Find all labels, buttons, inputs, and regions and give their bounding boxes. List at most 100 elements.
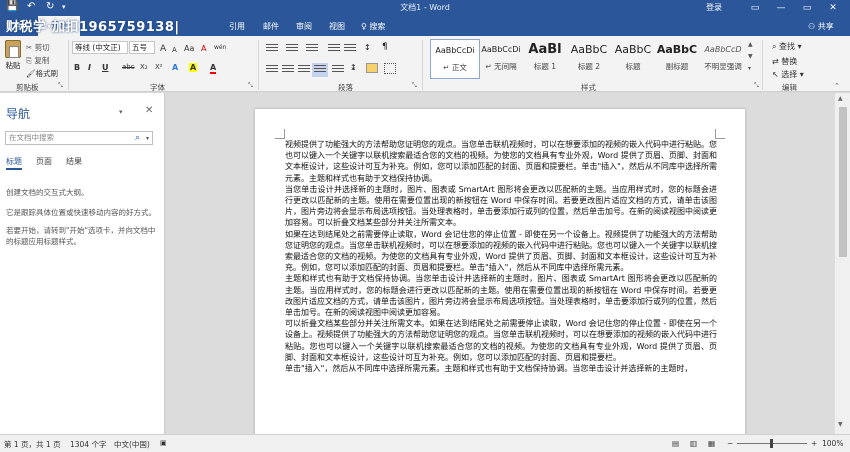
paragraph-launcher-icon[interactable]: ⤡	[412, 82, 417, 90]
decrease-indent-icon[interactable]	[328, 44, 340, 54]
phonetic-guide-button[interactable]: wén	[214, 44, 226, 51]
paragraph[interactable]: 视频提供了功能强大的方法帮助您证明您的观点。当您单击联机视频时，可以在想要添加的…	[285, 139, 717, 184]
paste-button[interactable]: 粘贴	[2, 40, 24, 76]
document-canvas[interactable]: 视频提供了功能强大的方法帮助您证明您的观点。当您单击联机视频时，可以在想要添加的…	[166, 93, 850, 434]
page-count[interactable]: 第 1 页，共 1 页	[4, 439, 61, 450]
vertical-scrollbar[interactable]: ▲ ▼	[834, 93, 850, 434]
read-mode-icon[interactable]: ▤	[672, 439, 679, 448]
grow-font-button[interactable]: A	[160, 44, 166, 54]
tab-view[interactable]: 视图	[329, 21, 345, 32]
tab-mailings[interactable]: 邮件	[263, 21, 279, 32]
minimize-button[interactable]: —	[768, 0, 794, 16]
language-status[interactable]: 中文(中国)	[114, 439, 150, 450]
highlight-button[interactable]: A	[189, 63, 198, 72]
sort-icon[interactable]: ↕	[364, 43, 371, 52]
cut-button[interactable]: ✂ 剪切	[26, 42, 50, 53]
scroll-thumb[interactable]	[839, 107, 847, 257]
chevron-up-icon[interactable]: ▲	[748, 39, 756, 51]
increase-indent-icon[interactable]	[344, 44, 356, 54]
chevron-down-icon[interactable]: ▼	[748, 51, 756, 63]
word-count[interactable]: 1304 个字	[70, 439, 106, 450]
document-body[interactable]: 视频提供了功能强大的方法帮助您证明您的观点。当您单击联机视频时，可以在想要添加的…	[285, 139, 717, 374]
more-styles-icon[interactable]: ▾	[748, 63, 756, 75]
macro-record-icon[interactable]: ▣	[160, 439, 167, 447]
zoom-slider-thumb[interactable]	[770, 439, 773, 448]
paragraph[interactable]: 如果在达到结尾处之前需要停止读取，Word 会记住您的停止位置 - 即使在另一个…	[285, 229, 717, 274]
justify-icon[interactable]	[312, 63, 328, 77]
styles-launcher-icon[interactable]: ⤡	[754, 82, 759, 90]
numbering-icon[interactable]	[286, 44, 298, 54]
replace-button[interactable]: ⇄ 替换	[772, 56, 797, 67]
style-normal[interactable]: AaBbCcDi ↵ 正文	[430, 39, 480, 79]
strikethrough-button[interactable]: abc	[122, 63, 135, 71]
multilevel-list-icon[interactable]	[306, 44, 318, 54]
paragraph[interactable]: 可以折叠文档某些部分并关注所需文本。如果在达到结尾处之前需要停止读取，Word …	[285, 318, 717, 363]
print-layout-icon[interactable]: ▥	[690, 439, 697, 448]
scroll-down-icon[interactable]: ▼	[838, 421, 843, 428]
change-case-button[interactable]: Aa	[184, 44, 194, 53]
align-right-icon[interactable]	[298, 65, 310, 75]
tab-references[interactable]: 引用	[229, 21, 245, 32]
zoom-in-button[interactable]: +	[811, 439, 817, 448]
paste-label: 粘贴	[5, 61, 21, 70]
line-spacing-icon[interactable]: ↨	[350, 63, 357, 72]
font-color-button[interactable]: A	[210, 63, 217, 74]
nav-tab-pages[interactable]: 页面	[36, 156, 52, 167]
style-heading-2[interactable]: AaBbC 标题 2	[564, 39, 614, 79]
zoom-level[interactable]: 100%	[822, 439, 843, 448]
share-button[interactable]: ⚇ 共享	[808, 21, 834, 32]
align-left-icon[interactable]	[266, 65, 278, 75]
shrink-font-button[interactable]: A	[172, 46, 177, 54]
bold-button[interactable]: B	[74, 63, 80, 72]
document-page[interactable]: 视频提供了功能强大的方法帮助您证明您的观点。当您单击联机视频时，可以在想要添加的…	[255, 109, 745, 434]
clipboard-launcher-icon[interactable]: ⤡	[58, 82, 63, 90]
chevron-down-icon[interactable]: ▾	[146, 133, 149, 145]
zoom-out-button[interactable]: −	[727, 439, 733, 448]
align-center-icon[interactable]	[282, 65, 294, 75]
web-layout-icon[interactable]: ▦	[708, 439, 715, 448]
gallery-scroll[interactable]: ▲ ▼ ▾	[748, 39, 756, 75]
style-no-spacing[interactable]: AaBbCcDi ↵ 无间隔	[476, 39, 526, 79]
chevron-down-icon[interactable]: ▾	[119, 108, 123, 116]
borders-icon[interactable]	[384, 63, 396, 74]
search-icon[interactable]: ⌕	[135, 132, 140, 144]
copy-button[interactable]: ⎘ 复制	[26, 55, 49, 66]
distributed-icon[interactable]	[332, 65, 344, 75]
style-heading-1[interactable]: AaBl 标题 1	[520, 39, 570, 79]
nav-search-placeholder: 在文档中搜索	[9, 133, 54, 142]
paragraph[interactable]: 主题和样式也有助于文档保持协调。当您单击设计并选择新的主题时，图片、图表或 Sm…	[285, 273, 717, 318]
tell-me-search[interactable]: ♀ 搜索	[361, 21, 385, 32]
close-icon[interactable]: ✕	[145, 105, 153, 116]
nav-tab-results[interactable]: 结果	[66, 156, 82, 167]
nav-search-input[interactable]: 在文档中搜索 ⌕ ▾	[5, 131, 153, 145]
italic-button[interactable]: I	[88, 63, 91, 72]
font-launcher-icon[interactable]: ⤡	[248, 82, 253, 90]
style-title[interactable]: AaBbC 标题	[608, 39, 658, 79]
style-subtle-emphasis[interactable]: AaBbCcD 不明显强调	[698, 39, 748, 79]
paragraph[interactable]: 单击"插入"，然后从不同库中选择所需元素。主题和样式也有助于文档保持协调。当您单…	[285, 363, 717, 374]
collapse-ribbon-icon[interactable]: ⌃	[834, 82, 840, 90]
ribbon-display-options-icon[interactable]: ▭	[742, 0, 768, 16]
paragraph[interactable]: 当您单击设计并选择新的主题时，图片、图表或 SmartArt 图形将会更改以匹配…	[285, 184, 717, 229]
clear-formatting-button[interactable]: A	[201, 44, 206, 53]
tab-review[interactable]: 审阅	[296, 21, 312, 32]
navigation-pane: 导航 ▾ ✕ 在文档中搜索 ⌕ ▾ 标题 页面 结果 创建文档的交互式大纲。 它…	[0, 93, 165, 434]
bullets-icon[interactable]	[266, 44, 278, 54]
subscript-button[interactable]: X₂	[140, 63, 148, 71]
close-button[interactable]: ✕	[820, 0, 846, 16]
select-button[interactable]: ↖ 选择 ▾	[772, 69, 804, 80]
maximize-button[interactable]: ▭	[794, 0, 820, 16]
font-size-box[interactable]: 五号	[129, 41, 155, 54]
paragraph-marks-icon[interactable]: ¶	[382, 42, 388, 52]
sign-in-link[interactable]: 登录	[706, 2, 722, 13]
superscript-button[interactable]: X²	[155, 63, 163, 71]
find-button[interactable]: ⌕ 查找 ▾	[772, 41, 802, 52]
text-effects-button[interactable]: A	[172, 63, 178, 72]
nav-tab-headings[interactable]: 标题	[6, 156, 22, 170]
style-subtitle[interactable]: AaBbC 副标题	[652, 39, 702, 79]
format-painter-button[interactable]: 🖌格式刷	[26, 68, 58, 79]
scroll-up-icon[interactable]: ▲	[838, 95, 843, 102]
font-name-box[interactable]: 等线 (中文正)	[72, 41, 128, 54]
shading-icon[interactable]	[366, 63, 378, 73]
underline-button[interactable]: U	[102, 63, 109, 72]
